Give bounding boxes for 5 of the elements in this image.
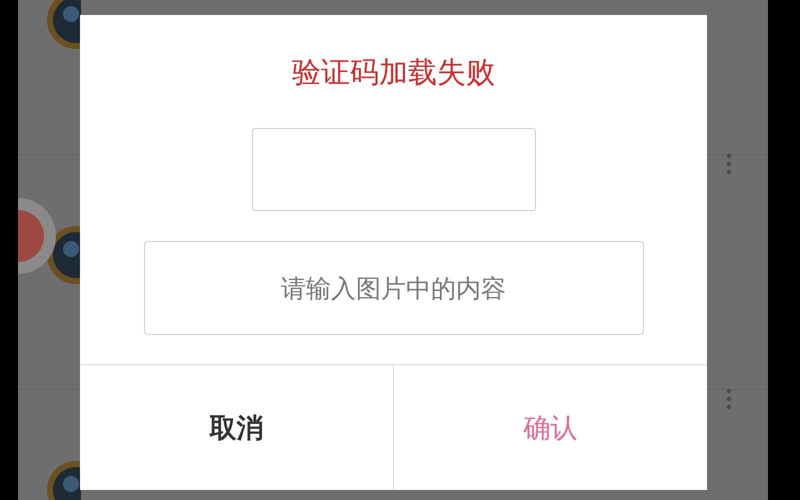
floating-button-icon[interactable] [18, 196, 58, 276]
captcha-input-field[interactable]: 请输入图片中的内容 [144, 241, 644, 335]
more-icon[interactable] [726, 388, 732, 410]
more-icon[interactable] [726, 153, 732, 175]
dialog-title: 验证码加载失败 [292, 54, 495, 91]
